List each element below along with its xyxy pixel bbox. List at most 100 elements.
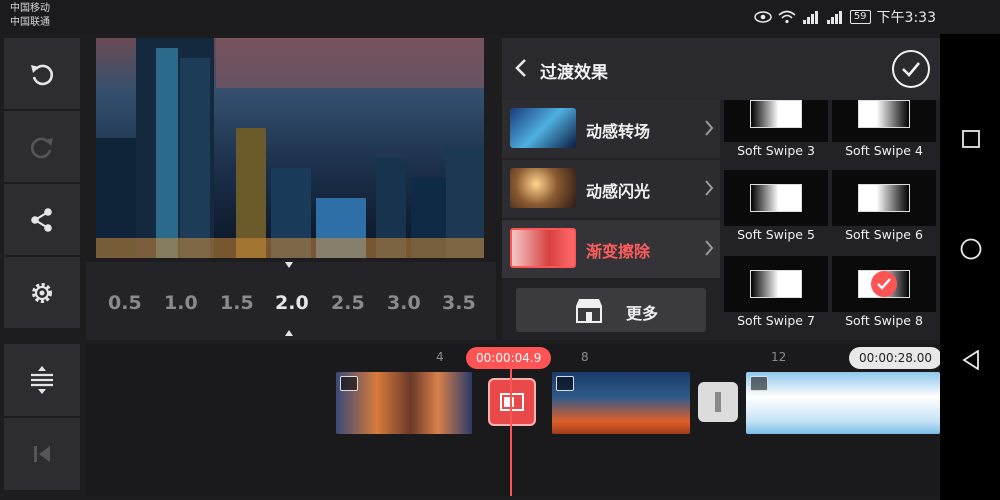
speed-option[interactable]: 3.0 bbox=[387, 292, 421, 314]
swipe-preview bbox=[858, 100, 910, 128]
effect-item-selected[interactable]: Soft Swipe 8 bbox=[832, 256, 936, 330]
panel-title: 过渡效果 bbox=[540, 63, 608, 83]
image-clip-icon bbox=[750, 376, 768, 391]
swipe-preview bbox=[750, 100, 802, 128]
image-clip-icon bbox=[340, 376, 358, 391]
carrier-info: 中国移动 中国联通 bbox=[10, 2, 50, 30]
gear-icon bbox=[32, 282, 52, 303]
clock: 下午3:33 bbox=[876, 10, 936, 26]
carrier-1: 中国移动 bbox=[10, 3, 50, 14]
swipe-preview bbox=[858, 184, 910, 212]
transition-marker[interactable] bbox=[698, 382, 738, 422]
speed-option-selected[interactable]: 2.0 bbox=[275, 292, 309, 314]
transition-icon bbox=[715, 392, 721, 412]
category-item[interactable]: 动感转场 bbox=[502, 100, 720, 158]
recent-apps-icon[interactable] bbox=[962, 130, 980, 148]
effect-thumbnail bbox=[832, 170, 936, 226]
effect-label: Soft Swipe 5 bbox=[737, 227, 815, 242]
check-icon bbox=[902, 62, 920, 77]
effect-item[interactable]: Soft Swipe 4 bbox=[832, 100, 936, 160]
redo-icon bbox=[30, 137, 53, 158]
transition-icon bbox=[500, 393, 524, 411]
effect-item[interactable]: Soft Swipe 7 bbox=[724, 256, 828, 330]
category-thumbnail bbox=[510, 228, 576, 268]
scale-pointer-bottom-icon bbox=[285, 330, 293, 336]
video-clip[interactable] bbox=[746, 372, 940, 434]
effect-label: Soft Swipe 7 bbox=[737, 313, 815, 328]
settings-button[interactable] bbox=[4, 257, 80, 330]
swipe-preview bbox=[750, 184, 802, 212]
ruler-mark: 8 bbox=[581, 350, 589, 364]
swipe-preview bbox=[750, 270, 802, 298]
wifi-icon bbox=[778, 10, 796, 24]
category-thumbnail bbox=[510, 168, 576, 208]
effect-thumbnail bbox=[724, 170, 828, 226]
video-clip[interactable] bbox=[552, 372, 690, 434]
redo-button[interactable] bbox=[4, 111, 80, 184]
speed-option[interactable]: 3.5 bbox=[442, 292, 476, 314]
video-preview[interactable] bbox=[96, 38, 484, 258]
home-icon[interactable] bbox=[960, 238, 982, 260]
signal-2-icon bbox=[826, 11, 842, 24]
skip-start-icon bbox=[34, 446, 50, 462]
timeline-tool-column bbox=[4, 344, 80, 492]
eye-icon bbox=[754, 11, 772, 23]
speed-option[interactable]: 1.5 bbox=[220, 292, 254, 314]
share-button[interactable] bbox=[4, 184, 80, 257]
expand-tracks-icon bbox=[31, 366, 53, 394]
confirm-button[interactable] bbox=[892, 50, 930, 88]
app-root: 中国移动 中国联通 59 下午3:33 0.5 1.0 1.5 2.0 2.5 … bbox=[0, 0, 1000, 500]
ruler-mark: 12 bbox=[771, 350, 787, 364]
current-time-badge: 00:00:04.9 bbox=[466, 347, 552, 369]
speed-scale[interactable]: 0.5 1.0 1.5 2.0 2.5 3.0 3.5 bbox=[86, 262, 496, 340]
chevron-right-icon bbox=[705, 240, 714, 256]
panel-header: 过渡效果 bbox=[502, 38, 940, 100]
undo-button[interactable] bbox=[4, 38, 80, 111]
share-icon bbox=[31, 207, 52, 232]
status-icons: 59 下午3:33 bbox=[754, 7, 936, 27]
category-label: 动感转场 bbox=[586, 122, 651, 141]
timeline[interactable]: 4 8 12 00:00:04.9 00:00:28.00 bbox=[86, 344, 942, 496]
status-bar: 中国移动 中国联通 59 下午3:33 bbox=[0, 0, 1000, 34]
category-label: 动感闪光 bbox=[586, 182, 651, 201]
city-night-image bbox=[96, 38, 484, 258]
transition-panel: 过渡效果 动感转场 动感闪光 渐变擦除 更多 Soft Swipe 3 Soft… bbox=[502, 38, 940, 340]
effect-item[interactable]: Soft Swipe 5 bbox=[724, 170, 828, 244]
effect-item[interactable]: Soft Swipe 3 bbox=[724, 100, 828, 160]
more-button[interactable]: 更多 bbox=[516, 288, 706, 332]
image-clip-icon bbox=[556, 376, 574, 391]
ruler-mark: 4 bbox=[436, 350, 444, 364]
store-icon bbox=[576, 299, 602, 323]
back-chevron-icon[interactable] bbox=[514, 58, 528, 78]
effect-label: Soft Swipe 3 bbox=[737, 143, 815, 158]
effect-thumbnail bbox=[724, 256, 828, 312]
effect-item[interactable]: Soft Swipe 6 bbox=[832, 170, 936, 244]
speed-option[interactable]: 1.0 bbox=[164, 292, 198, 314]
category-item-active[interactable]: 渐变擦除 bbox=[502, 220, 720, 278]
jump-to-start-button[interactable] bbox=[4, 418, 80, 492]
track-expand-button[interactable] bbox=[4, 344, 80, 418]
category-item[interactable]: 动感闪光 bbox=[502, 160, 720, 218]
effect-thumbnail bbox=[724, 100, 828, 142]
chevron-right-icon bbox=[705, 120, 714, 136]
speed-option[interactable]: 0.5 bbox=[108, 292, 142, 314]
undo-icon bbox=[31, 64, 54, 85]
back-icon[interactable] bbox=[962, 350, 980, 370]
effect-label: Soft Swipe 4 bbox=[845, 143, 923, 158]
category-label: 渐变擦除 bbox=[586, 242, 651, 261]
tool-column bbox=[4, 38, 80, 330]
effect-thumbnail bbox=[832, 100, 936, 142]
battery-level: 59 bbox=[849, 10, 871, 24]
carrier-2: 中国联通 bbox=[10, 17, 50, 28]
effect-thumbnail bbox=[832, 256, 936, 312]
more-label: 更多 bbox=[626, 304, 659, 323]
video-clip[interactable] bbox=[336, 372, 472, 434]
category-thumbnail bbox=[510, 108, 576, 148]
scale-pointer-top-icon bbox=[285, 262, 293, 268]
effect-label: Soft Swipe 6 bbox=[845, 227, 923, 242]
speed-option[interactable]: 2.5 bbox=[331, 292, 365, 314]
transition-marker-selected[interactable] bbox=[488, 378, 536, 426]
navigation-bar bbox=[940, 34, 1000, 500]
playhead[interactable] bbox=[510, 366, 512, 496]
effect-label: Soft Swipe 8 bbox=[845, 313, 923, 328]
